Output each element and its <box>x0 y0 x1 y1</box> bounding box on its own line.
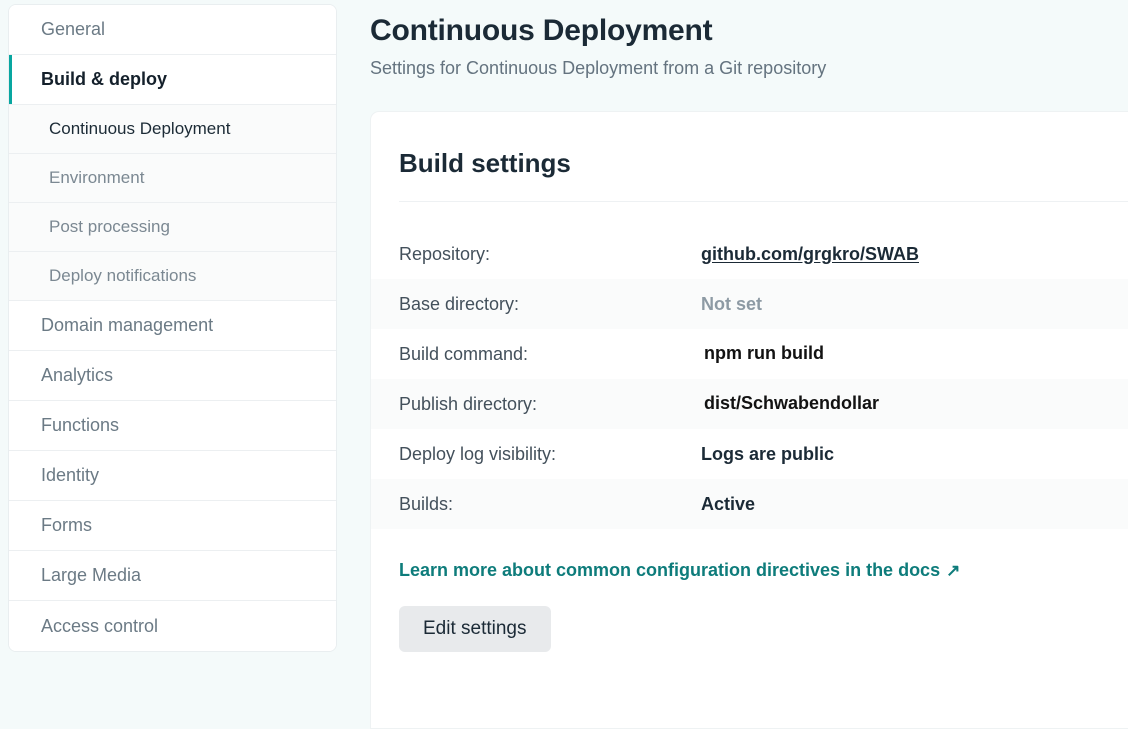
sidebar-item-general[interactable]: General <box>9 5 336 55</box>
sidebar-item-deploy-notifications[interactable]: Deploy notifications <box>9 252 336 301</box>
main-content: Continuous Deployment Settings for Conti… <box>370 0 1128 729</box>
sidebar-item-label: Analytics <box>41 365 114 385</box>
sidebar-item-post-processing[interactable]: Post processing <box>9 203 336 252</box>
settings-row-label: Builds: <box>399 493 454 514</box>
page-subtitle: Settings for Continuous Deployment from … <box>370 58 827 78</box>
sidebar-item-functions[interactable]: Functions <box>9 401 336 451</box>
settings-row-value: Logs are public <box>700 429 1128 479</box>
card-title: Build settings <box>399 148 571 178</box>
settings-row-label: Build command: <box>399 343 529 364</box>
sidebar-item-label: Access control <box>41 615 159 636</box>
sidebar-item-label: Forms <box>41 515 92 535</box>
build-settings-table: Repository: github.com/grgkro/SWAB Base di… <box>371 229 1128 529</box>
docs-link-label: Learn more about common configuration di… <box>399 560 941 580</box>
edit-settings-button[interactable]: Edit settings <box>399 606 551 652</box>
page-title: Continuous Deployment <box>370 14 713 47</box>
sidebar-item-forms[interactable]: Forms <box>9 501 336 551</box>
sidebar-item-label: Large Media <box>41 565 142 585</box>
sidebar-item-label: Continuous Deployment <box>49 119 231 138</box>
settings-row-label: Repository: <box>399 243 491 264</box>
sidebar-item-label: Domain management <box>41 315 214 335</box>
settings-row-label: Deploy log visibility: <box>399 443 557 464</box>
sidebar-item-label: Deploy notifications <box>49 266 197 285</box>
build-settings-card: Build settings Repository: github.com/grg… <box>370 111 1128 729</box>
highlighted-value: npm run build <box>701 342 827 366</box>
settings-row: Builds: Active <box>371 479 1128 529</box>
repository-link[interactable]: github.com/grgkro/SWAB <box>701 244 919 264</box>
settings-row-label: Base directory: <box>399 293 520 314</box>
sidebar-item-access-control[interactable]: Access control <box>9 601 336 651</box>
sidebar-item-large-media[interactable]: Large Media <box>9 551 336 601</box>
external-link-icon: ↗ <box>946 561 961 580</box>
sidebar-item-build-deploy[interactable]: Build & deploy <box>9 55 336 105</box>
settings-row: Publish directory: dist/Schwabendollar <box>371 379 1128 429</box>
sidebar-item-environment[interactable]: Environment <box>9 154 336 203</box>
docs-link[interactable]: Learn more about common configuration di… <box>399 560 960 581</box>
settings-row-value: dist/Schwabendollar <box>700 379 1128 429</box>
settings-row-label: Publish directory: <box>399 393 538 414</box>
settings-row-value: npm run build <box>700 329 1128 379</box>
sidebar-item-label: Functions <box>41 415 120 435</box>
settings-row-value[interactable]: github.com/grgkro/SWAB <box>700 229 1128 279</box>
sidebar-item-label: Post processing <box>49 217 170 236</box>
card-divider <box>399 201 1128 202</box>
settings-row-value: Active <box>700 479 1128 529</box>
settings-row: Repository: github.com/grgkro/SWAB <box>371 229 1128 279</box>
sidebar-item-domain-management[interactable]: Domain management <box>9 301 336 351</box>
sidebar-item-continuous-deployment[interactable]: Continuous Deployment <box>9 105 336 154</box>
settings-row: Base directory: Not set <box>371 279 1128 329</box>
value-text: Not set <box>701 293 763 314</box>
settings-row-value: Not set <box>700 279 1128 329</box>
value-text: Active <box>701 493 756 514</box>
sidebar-item-label: Build & deploy <box>41 69 167 89</box>
active-indicator-bar <box>9 55 12 104</box>
highlighted-value: dist/Schwabendollar <box>701 392 882 416</box>
sidebar-item-analytics[interactable]: Analytics <box>9 351 336 401</box>
settings-row: Deploy log visibility: Logs are public <box>371 429 1128 479</box>
sidebar-item-identity[interactable]: Identity <box>9 451 336 501</box>
sidebar-item-label: General <box>41 19 106 39</box>
settings-row: Build command: npm run build <box>371 329 1128 379</box>
value-text: Logs are public <box>701 443 835 464</box>
sidebar-item-label: Identity <box>41 465 100 485</box>
sidebar-item-label: Environment <box>49 168 145 187</box>
settings-sidebar: General Build & deploy Continuous Deployme… <box>8 4 337 652</box>
